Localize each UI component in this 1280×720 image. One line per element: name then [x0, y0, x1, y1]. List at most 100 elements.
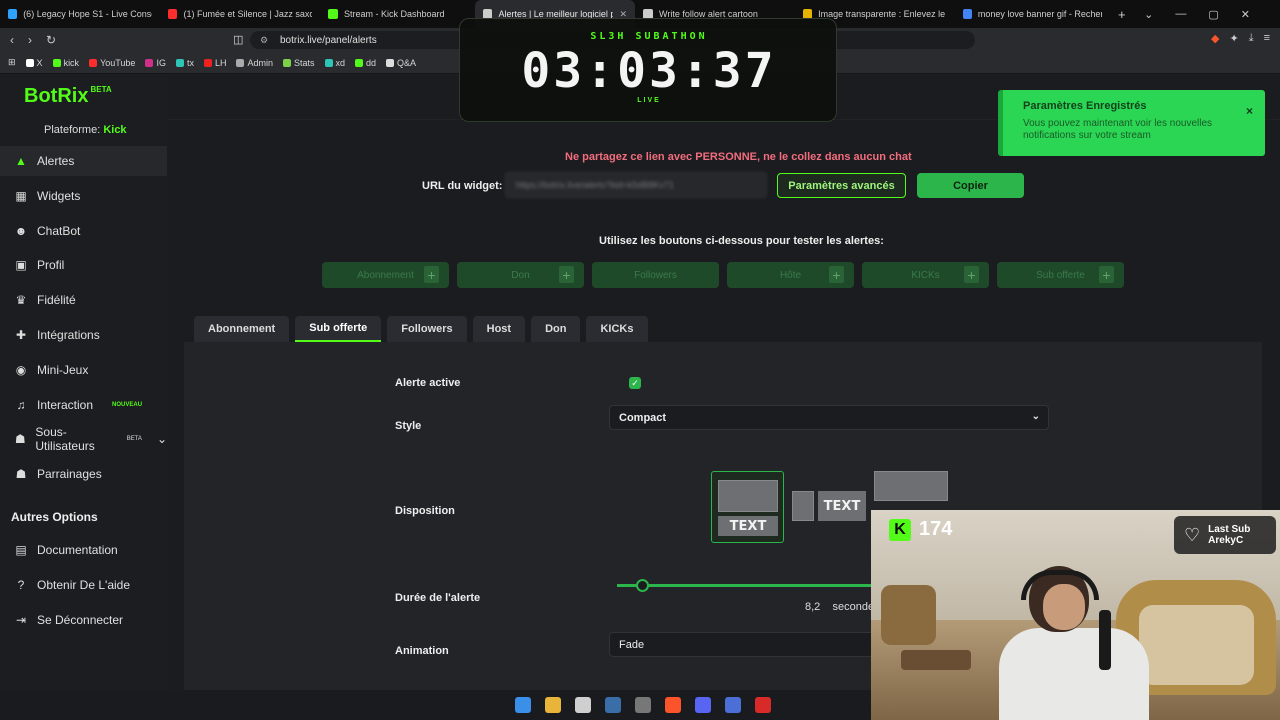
test-alert-button[interactable]: Don + [457, 262, 584, 288]
botrix-logo[interactable]: BotRix BETA [24, 85, 112, 108]
sidebar-item-fidlit[interactable]: ♛ Fidélité [0, 285, 167, 315]
plus-icon[interactable]: + [829, 266, 844, 283]
bookmark-label: X [36, 57, 43, 68]
sidebar-item-parrainages[interactable]: ☗ Parrainages [0, 459, 167, 489]
close-window-icon[interactable]: ✕ [1241, 8, 1250, 21]
tab-list-icon[interactable]: ⌄ [1144, 8, 1153, 21]
brave-shield-icon[interactable]: ◆ [1211, 32, 1219, 45]
bookmark-favicon-icon [203, 58, 212, 67]
plus-icon[interactable]: + [964, 266, 979, 283]
file-explorer-icon[interactable] [545, 697, 561, 713]
bookmark-favicon-icon [25, 58, 34, 67]
obs-icon[interactable] [635, 697, 651, 713]
bookmark-label: Stats [294, 57, 315, 68]
discord-icon[interactable] [695, 697, 711, 713]
app-icon-2[interactable] [725, 697, 741, 713]
test-alert-button[interactable]: Followers [592, 262, 719, 288]
subathon-status: LIVE [637, 97, 661, 104]
bookmark-item[interactable]: LH [203, 58, 226, 68]
menu-icon[interactable]: ≡ [1264, 32, 1270, 45]
windows-start-icon[interactable] [515, 697, 531, 713]
sidebar-item-intgrations[interactable]: ✚ Intégrations [0, 320, 167, 350]
microphone [1099, 610, 1111, 670]
tab-followers[interactable]: Followers [387, 316, 467, 342]
layout-option-stacked[interactable]: TEXT [711, 471, 784, 543]
text-placeholder: TEXT [818, 491, 866, 521]
widget-url-label: URL du widget: [422, 180, 503, 192]
reload-icon[interactable]: ↻ [46, 33, 56, 47]
alert-tabs: Abonnement Sub offerte Followers Host Don KIC… [194, 316, 648, 342]
apps-grid-icon[interactable]: ⊞ [8, 57, 16, 68]
forward-icon[interactable]: › [28, 33, 32, 47]
tab-don[interactable]: Don [531, 316, 581, 342]
sidebar-item-sousutilisateurs[interactable]: ☗ Sous-Utilisateurs BETA ⌄ [0, 424, 167, 454]
duration-slider-track[interactable] [617, 584, 897, 587]
plus-icon[interactable]: + [1099, 266, 1114, 283]
browser-tab[interactable]: money love banner gif - Recherche [955, 0, 1110, 28]
app-icon-3[interactable] [755, 697, 771, 713]
bookmark-item[interactable]: xd [324, 58, 345, 68]
sidebar-item-sedconnecter[interactable]: ⇥ Se Déconnecter [0, 605, 167, 635]
style-select[interactable]: Compact ⌄ [609, 405, 1049, 430]
bookmark-label: kick [63, 57, 80, 68]
sidebar-item-profil[interactable]: ▣ Profil [0, 250, 167, 280]
test-alert-button[interactable]: Sub offerte + [997, 262, 1124, 288]
tab-host[interactable]: Host [472, 316, 526, 342]
tab-abonnement[interactable]: Abonnement [194, 316, 290, 342]
bookmark-item[interactable]: Stats [283, 58, 315, 68]
test-alert-button[interactable]: Abonnement + [322, 262, 449, 288]
sidebar-item-obtenirdelaide[interactable]: ? Obtenir De L'aide [0, 570, 167, 600]
bookmark-item[interactable]: Admin [236, 58, 273, 68]
layout-option-side[interactable]: TEXT [792, 471, 868, 543]
bookmark-item[interactable]: tx [175, 58, 194, 68]
duration-slider-thumb[interactable] [636, 579, 649, 592]
bookmark-item[interactable]: YouTube [89, 58, 135, 68]
test-alert-button[interactable]: Hôte + [727, 262, 854, 288]
tab-title: Stream - Kick Dashboard [344, 9, 445, 19]
animation-select[interactable]: Fade [609, 632, 899, 657]
alert-active-checkbox[interactable]: ✓ [629, 377, 641, 389]
test-alert-button[interactable]: KICKs + [862, 262, 989, 288]
maximize-icon[interactable]: ▢ [1208, 8, 1218, 21]
advanced-settings-button[interactable]: Paramètres avancés [777, 173, 906, 198]
bookmark-icon[interactable]: ◫ [233, 33, 243, 46]
profile-icon: ▣ [15, 258, 27, 273]
sidebar-item-widgets[interactable]: ▦ Widgets [0, 181, 167, 211]
sidebar: BotRix BETA Plateforme: Kick ▲ Alertes ▦ Wid… [0, 75, 167, 690]
brave-icon[interactable] [665, 697, 681, 713]
browser-tab[interactable]: (1) Fumée et Silence | Jazz saxop [160, 0, 320, 28]
test-alert-label: Sub offerte [1036, 269, 1085, 281]
steam-icon[interactable] [605, 697, 621, 713]
tab-subofferte[interactable]: Sub offerte [295, 316, 382, 342]
bookmark-item[interactable]: dd [355, 58, 376, 68]
sidebar-item-interaction[interactable]: ♫ Interaction NOUVEAU [0, 390, 167, 420]
widget-url-field[interactable]: https://botrix.live/alerts?bid=k5dB8Kv71 [505, 172, 767, 198]
app-icon[interactable] [575, 697, 591, 713]
browser-tab[interactable]: Stream - Kick Dashboard [320, 0, 475, 28]
platform-indicator: Plateforme: Kick [44, 124, 127, 136]
site-info-icon[interactable]: ⚙ [260, 35, 268, 46]
close-icon[interactable]: × [1246, 104, 1253, 118]
tab-kicks[interactable]: KICKs [586, 316, 648, 342]
sidebar-item-chatbot[interactable]: ☻ ChatBot [0, 216, 167, 246]
bookmark-item[interactable]: X [25, 57, 43, 68]
bookmark-item[interactable]: kick [52, 57, 80, 68]
back-icon[interactable]: ‹ [10, 33, 14, 47]
bookmark-favicon-icon [52, 58, 61, 67]
saved-toast: Paramètres Enregistrés Vous pouvez maint… [998, 90, 1265, 156]
chevron-down-icon[interactable]: ⌄ [157, 432, 167, 446]
plus-icon[interactable]: + [424, 266, 439, 283]
minimize-icon[interactable]: — [1175, 8, 1186, 20]
download-icon[interactable]: ⤓ [1249, 32, 1254, 45]
bookmark-item[interactable]: Q&A [386, 58, 416, 68]
sidebar-item-alertes[interactable]: ▲ Alertes [0, 146, 167, 176]
sidebar-item-minijeux[interactable]: ◉ Mini-Jeux [0, 355, 167, 385]
browser-tab[interactable]: (6) Legacy Hope S1 - Live Console [0, 0, 160, 28]
copy-button[interactable]: Copier [917, 173, 1024, 198]
sidebar-item-documentation[interactable]: ▤ Documentation [0, 535, 167, 565]
extensions-icon[interactable]: ✦ [1229, 32, 1238, 45]
bookmark-item[interactable]: IG [145, 58, 166, 68]
plus-icon[interactable]: + [559, 266, 574, 283]
new-tab-button[interactable]: + [1110, 0, 1134, 28]
bookmark-favicon-icon [89, 58, 98, 67]
